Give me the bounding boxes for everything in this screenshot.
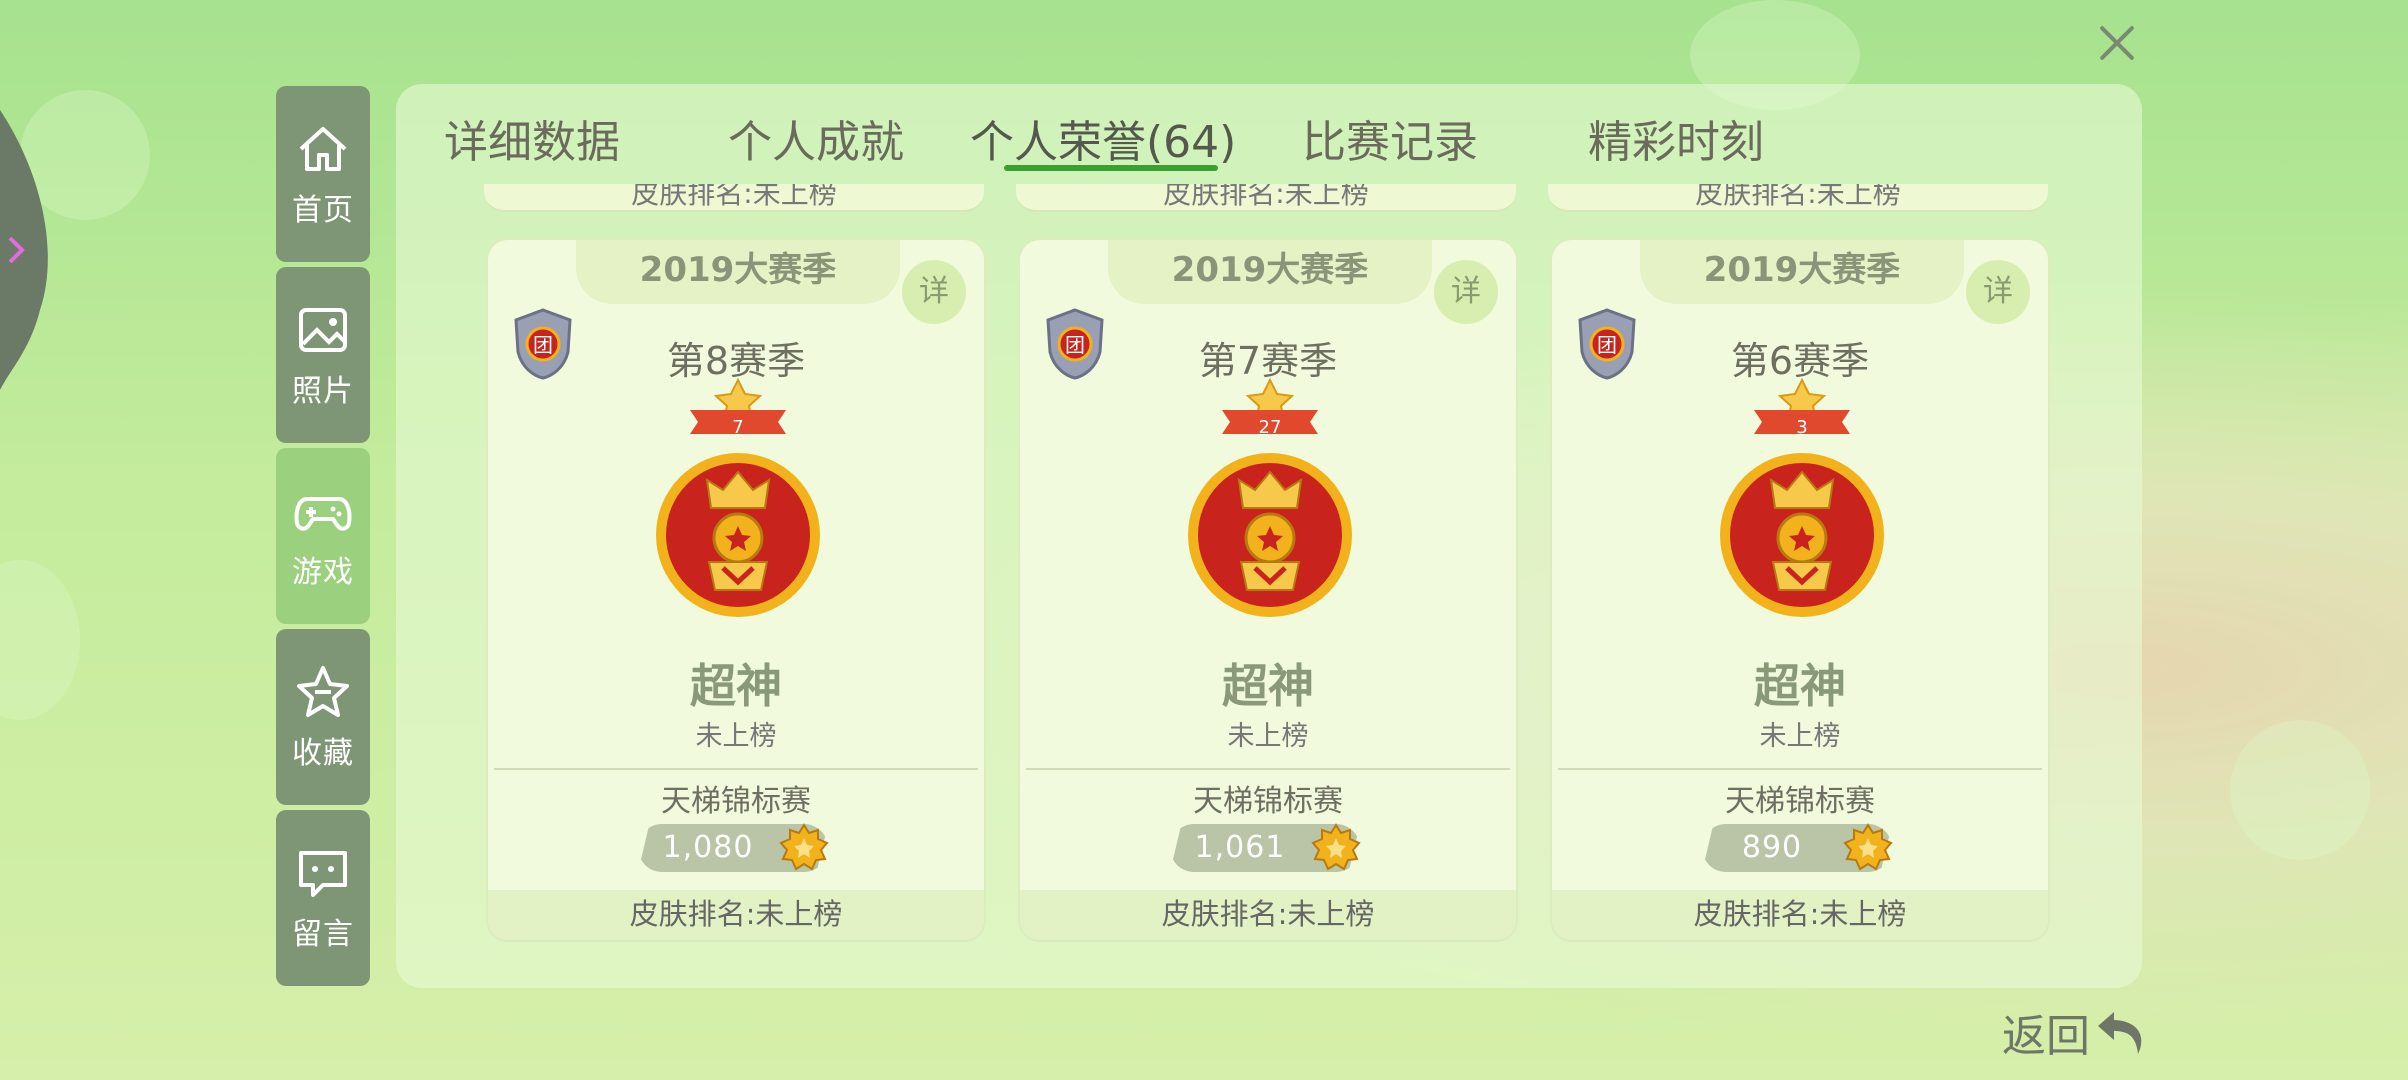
tab-highlights[interactable]: 精彩时刻 — [1588, 106, 1764, 170]
rank-title: 超神 — [1222, 659, 1314, 713]
return-arrow-icon — [2098, 1012, 2142, 1054]
background-bubble — [2230, 720, 2370, 860]
sidebar-item-label: 首页 — [292, 193, 354, 228]
message-icon — [299, 851, 347, 897]
skin-rank-text: 皮肤排名:未上榜 — [631, 184, 837, 210]
honor-card[interactable]: 2019大赛季 详 团 第6赛季 3 超神 未上榜 天梯锦标赛 890 皮肤排名… — [1550, 238, 2050, 942]
honor-card[interactable]: 2019大赛季 详 团 第7赛季 27 超神 未上榜 天梯锦标赛 1,061 皮… — [1018, 238, 1518, 942]
divider — [1558, 768, 2042, 770]
honor-card[interactable]: 2019大赛季 详 团 第8赛季 7 超神 未上榜 天梯锦标赛 1,080 皮肤… — [486, 238, 986, 942]
sidebar-item-label: 游戏 — [292, 555, 354, 590]
detail-button[interactable]: 详 — [1434, 260, 1498, 324]
sidebar-item-messages[interactable]: 留言 — [276, 810, 370, 986]
rank-status: 未上榜 — [695, 721, 777, 752]
tab-honors[interactable]: 个人荣誉(64) — [970, 106, 1236, 170]
list-item-partial: 皮肤排名:未上榜 — [1016, 184, 1516, 212]
star-icon — [297, 666, 349, 717]
divider — [1026, 768, 1510, 770]
star-count: 3 — [1796, 417, 1808, 438]
tab-detailed-data[interactable]: 详细数据 — [444, 106, 620, 170]
score-value: 1,061 — [1194, 830, 1286, 865]
list-item-partial: 皮肤排名:未上榜 — [484, 184, 984, 212]
sidebar-item-label: 留言 — [292, 917, 354, 952]
background-bubble — [0, 560, 80, 720]
home-icon — [299, 127, 347, 171]
skin-rank-text: 皮肤排名:未上榜 — [488, 890, 984, 940]
back-button[interactable]: 返回 — [2002, 1000, 2150, 1064]
gear-badge-icon — [779, 823, 829, 871]
tab-bar: 详细数据 个人成就 个人荣誉(64) 比赛记录 精彩时刻 — [396, 84, 2142, 184]
close-button[interactable] — [2090, 16, 2144, 70]
score-value: 1,080 — [662, 830, 754, 865]
star-count: 7 — [732, 417, 744, 438]
gear-badge-icon — [1311, 823, 1361, 871]
game-mode: 天梯锦标赛 — [661, 784, 811, 819]
divider — [494, 768, 978, 770]
detail-button[interactable]: 详 — [902, 260, 966, 324]
game-mode: 天梯锦标赛 — [1725, 784, 1875, 819]
rank-title: 超神 — [690, 659, 782, 713]
rank-medal-icon — [1188, 453, 1352, 617]
sidebar: 首页 照片 游戏 收藏 留言 — [276, 86, 370, 991]
gamepad-icon — [294, 497, 352, 531]
season-year-tag: 2019大赛季 — [1640, 240, 1964, 304]
rank-medal-icon — [1720, 453, 1884, 617]
rank-title: 超神 — [1754, 659, 1846, 713]
rank-status: 未上榜 — [1227, 721, 1309, 752]
side-drawer-handle[interactable] — [0, 110, 52, 390]
list-item-partial: 皮肤排名:未上榜 — [1548, 184, 2048, 212]
gear-badge-icon — [1843, 823, 1893, 871]
skin-rank-text: 皮肤排名:未上榜 — [1163, 184, 1369, 210]
game-mode: 天梯锦标赛 — [1193, 784, 1343, 819]
active-tab-indicator — [1004, 165, 1218, 171]
main-panel: 详细数据 个人成就 个人荣誉(64) 比赛记录 精彩时刻 皮肤排名:未上榜 皮肤… — [396, 84, 2142, 988]
rank-medal-icon — [656, 453, 820, 617]
honors-list[interactable]: 皮肤排名:未上榜 皮肤排名:未上榜 皮肤排名:未上榜 2019大赛季 详 团 第… — [396, 184, 2142, 984]
tab-match-records[interactable]: 比赛记录 — [1302, 106, 1478, 170]
detail-button[interactable]: 详 — [1966, 260, 2030, 324]
sidebar-item-games[interactable]: 游戏 — [276, 448, 370, 624]
tab-achievements[interactable]: 个人成就 — [728, 106, 904, 170]
skin-rank-text: 皮肤排名:未上榜 — [1552, 890, 2048, 940]
skin-rank-text: 皮肤排名:未上榜 — [1020, 890, 1516, 940]
rank-status: 未上榜 — [1759, 721, 1841, 752]
photo-icon — [299, 308, 347, 352]
sidebar-item-photos[interactable]: 照片 — [276, 267, 370, 443]
score-value: 890 — [1741, 830, 1803, 865]
season-year-tag: 2019大赛季 — [1108, 240, 1432, 304]
sidebar-item-favorites[interactable]: 收藏 — [276, 629, 370, 805]
sidebar-item-home[interactable]: 首页 — [276, 86, 370, 262]
sidebar-item-label: 照片 — [292, 374, 354, 409]
season-year-tag: 2019大赛季 — [576, 240, 900, 304]
star-count: 27 — [1258, 417, 1282, 438]
skin-rank-text: 皮肤排名:未上榜 — [1695, 184, 1901, 210]
sidebar-item-label: 收藏 — [292, 736, 354, 771]
back-label: 返回 — [2002, 1011, 2090, 1062]
